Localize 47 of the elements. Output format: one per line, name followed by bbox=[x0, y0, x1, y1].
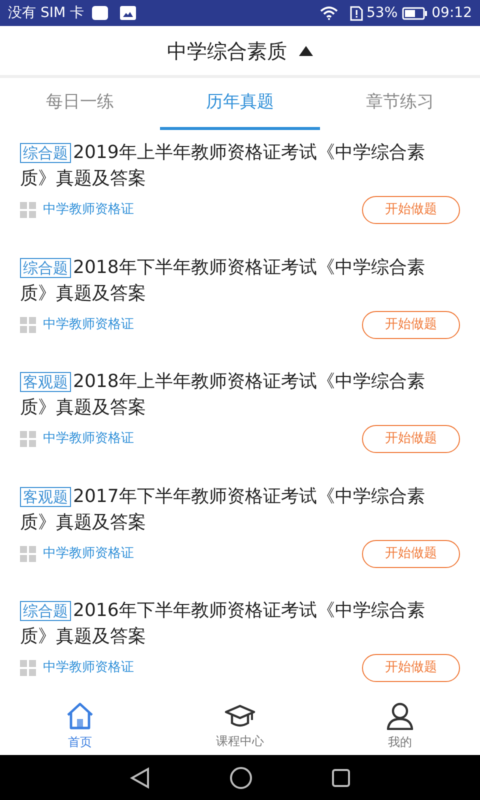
tab[interactable]: 历年真题 bbox=[160, 78, 320, 130]
home-icon bbox=[65, 702, 95, 730]
graduation-cap-icon bbox=[224, 702, 256, 728]
category-text: 中学教师资格证 bbox=[43, 430, 135, 448]
category-text: 中学教师资格证 bbox=[43, 201, 135, 220]
grid-icon bbox=[20, 202, 36, 218]
notification-icon bbox=[92, 6, 108, 20]
grid-icon bbox=[20, 431, 36, 447]
sim-alert-icon bbox=[350, 6, 363, 20]
wifi-icon bbox=[320, 6, 338, 20]
start-button[interactable]: 开始做题 bbox=[362, 310, 460, 338]
start-button[interactable]: 开始做题 bbox=[362, 654, 460, 682]
grid-icon bbox=[20, 660, 36, 676]
battery-icon bbox=[402, 6, 428, 20]
category-text: 中学教师资格证 bbox=[43, 544, 135, 563]
paper-tag: 综合题 bbox=[20, 601, 71, 621]
nav-tab[interactable]: 首页 bbox=[0, 697, 160, 755]
paper-title[interactable]: 综合题 2018年下半年教师资格证考试《中学综合素质》真题及答案 bbox=[20, 254, 460, 306]
nav-tab[interactable]: 课程中心 bbox=[160, 697, 320, 755]
person-icon bbox=[386, 702, 414, 730]
tab[interactable]: 章节练习 bbox=[320, 78, 480, 130]
paper-title[interactable]: 客观题 2017年下半年教师资格证考试《中学综合素质》真题及答案 bbox=[20, 484, 460, 536]
paper-title[interactable]: 客观题 2018年上半年教师资格证考试《中学综合素质》真题及答案 bbox=[20, 369, 460, 421]
battery-percent: 53% bbox=[366, 4, 398, 22]
paper-title[interactable]: 综合题 2016年下半年教师资格证考试《中学综合素质》真题及答案 bbox=[20, 598, 460, 650]
home-circle-icon[interactable] bbox=[229, 766, 253, 790]
carrier-text: 没有 SIM 卡 bbox=[8, 4, 84, 22]
recents-icon[interactable] bbox=[331, 768, 351, 788]
tab[interactable]: 每日一练 bbox=[0, 78, 160, 130]
image-icon bbox=[120, 6, 136, 20]
start-button[interactable]: 开始做题 bbox=[362, 425, 460, 453]
paper-tag: 客观题 bbox=[20, 486, 71, 506]
caret-icon[interactable] bbox=[299, 46, 313, 56]
grid-icon bbox=[20, 316, 36, 332]
category-text: 中学教师资格证 bbox=[43, 659, 135, 678]
back-icon[interactable] bbox=[129, 766, 151, 788]
grid-icon bbox=[20, 546, 36, 562]
paper-title[interactable]: 综合题 2019年上半年教师资格证考试《中学综合素质》真题及答案 bbox=[20, 140, 460, 192]
clock-text: 09:12 bbox=[432, 4, 472, 22]
paper-tag: 客观题 bbox=[20, 372, 71, 392]
start-button[interactable]: 开始做题 bbox=[362, 196, 460, 224]
page-title[interactable]: 中学综合素质 bbox=[167, 36, 287, 66]
paper-tag: 综合题 bbox=[20, 258, 71, 278]
paper-tag: 综合题 bbox=[20, 143, 71, 163]
nav-tab[interactable]: 我的 bbox=[320, 697, 480, 755]
category-text: 中学教师资格证 bbox=[43, 316, 135, 334]
start-button[interactable]: 开始做题 bbox=[362, 540, 460, 568]
